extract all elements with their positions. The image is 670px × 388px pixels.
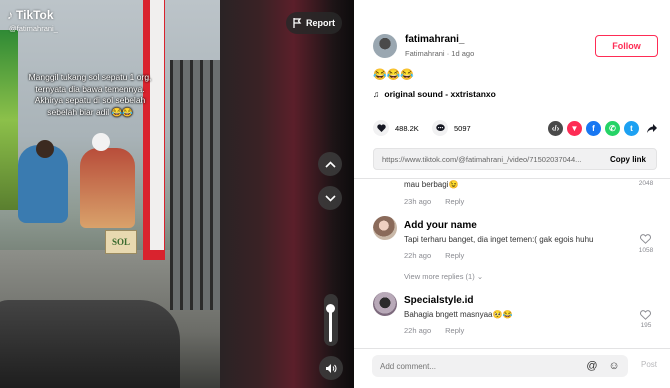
chevron-down-icon: [324, 194, 336, 202]
cobbler-2-head: [92, 133, 110, 151]
reply-button[interactable]: Reply: [445, 251, 464, 260]
twitter-share-button[interactable]: t: [624, 121, 639, 136]
flag-white: [150, 0, 164, 250]
next-video-button[interactable]: [318, 186, 342, 210]
share-link-box: https://www.tiktok.com/@fatimahrani_/vid…: [373, 148, 657, 170]
author-display-name: Fatimahrani: [405, 49, 445, 58]
volume-button[interactable]: [319, 356, 343, 380]
report-label: Report: [306, 18, 335, 28]
heart-icon: [373, 120, 389, 136]
comment-text: Bahagia bngett masnyaa🥺😂: [404, 310, 513, 319]
sound-title: original sound - xxtristanxo: [384, 89, 496, 99]
video-frame: SOL ♪ TikTok @fatimahrani_ Manggil tukan…: [0, 0, 220, 388]
video-caption: Manggil tukang sol sepatu 1 org, ternyat…: [28, 72, 152, 117]
tiktok-note-icon: ♪: [7, 8, 13, 22]
comment-time: 22h ago: [404, 326, 432, 335]
follow-button[interactable]: Follow: [595, 35, 658, 57]
report-button[interactable]: Report: [286, 12, 342, 34]
tiktok-logo-text: TikTok: [16, 8, 54, 22]
facebook-icon: f: [592, 124, 595, 133]
comment-meta: 23h ago Reply: [404, 197, 464, 206]
tiktok-logo: ♪ TikTok: [7, 8, 54, 22]
like-count: 488.2K: [395, 123, 419, 133]
like-button[interactable]: 488.2K: [373, 120, 419, 136]
speaker-icon: [326, 363, 337, 373]
post-description: 😂😂😂: [373, 69, 415, 81]
section-divider: [354, 178, 670, 179]
sound-link[interactable]: ♫ original sound - xxtristanxo: [373, 89, 496, 99]
comment-input-wrapper: @ ☺: [372, 355, 628, 377]
comment-text: Tapi terharu banget, dia inget temen:( g…: [404, 235, 594, 244]
comment-time: 22h ago: [404, 251, 432, 260]
comment-like-count: 2048: [638, 180, 654, 187]
comment-count: 5097: [454, 123, 471, 133]
comment-text: mau berbagi😉: [404, 180, 459, 189]
share-arrow-icon: [646, 124, 657, 133]
previous-video-button[interactable]: [318, 152, 342, 176]
comment-like-count: 195: [640, 322, 652, 329]
more-share-button[interactable]: [644, 121, 659, 136]
cobbler-1-head: [36, 140, 54, 158]
music-note-icon: ♫: [373, 89, 380, 99]
heart-outline-icon: [640, 310, 651, 320]
copy-link-button[interactable]: Copy link: [600, 155, 656, 164]
reply-button[interactable]: Reply: [445, 197, 464, 206]
watermark-handle: @fatimahrani_: [9, 24, 58, 33]
view-more-replies[interactable]: View more replies (1) ⌄: [404, 272, 483, 281]
flag-icon: [293, 18, 302, 28]
comment-time: 23h ago: [404, 197, 432, 206]
author-avatar[interactable]: [373, 34, 397, 58]
comment-button[interactable]: 5097: [432, 120, 471, 136]
plants: [0, 30, 18, 210]
twitter-icon: t: [630, 124, 633, 133]
reply-button[interactable]: Reply: [445, 326, 464, 335]
chevron-up-icon: [324, 160, 336, 168]
info-panel: [354, 0, 670, 388]
post-age: 1d ago: [451, 49, 475, 58]
share-url[interactable]: https://www.tiktok.com/@fatimahrani_/vid…: [374, 155, 600, 164]
cobbler-2: [80, 148, 135, 228]
view-more-replies-label: View more replies (1): [404, 272, 475, 281]
embed-icon: ‹/›: [551, 124, 560, 133]
author-subline: Fatimahrani · 1d ago: [405, 49, 474, 58]
commenter-avatar[interactable]: [373, 216, 397, 240]
send-icon: ▼: [570, 124, 579, 133]
mention-icon[interactable]: @: [584, 358, 600, 374]
commenter-avatar[interactable]: [373, 292, 397, 316]
fence: [170, 60, 220, 310]
post-button[interactable]: Post: [641, 360, 657, 369]
commenter-name[interactable]: Specialstyle.id: [404, 295, 473, 306]
whatsapp-icon: ✆: [609, 124, 616, 133]
emoji-icon[interactable]: ☺: [606, 358, 622, 374]
commenter-name[interactable]: Add your name: [404, 220, 477, 231]
comment-icon: [432, 120, 448, 136]
sol-box: SOL: [105, 230, 137, 254]
volume-knob[interactable]: [326, 304, 335, 313]
car: [0, 300, 180, 388]
whatsapp-share-button[interactable]: ✆: [605, 121, 620, 136]
video-player[interactable]: SOL ♪ TikTok @fatimahrani_ Manggil tukan…: [0, 0, 354, 388]
embed-share-button[interactable]: ‹/›: [548, 121, 563, 136]
chevron-down-icon: ⌄: [476, 272, 484, 281]
comment-like-count: 1058: [638, 247, 654, 254]
comment-input[interactable]: [372, 361, 584, 371]
comment-meta: 22h ago Reply: [404, 251, 464, 260]
heart-outline-icon: [640, 234, 651, 244]
facebook-share-button[interactable]: f: [586, 121, 601, 136]
send-share-button[interactable]: ▼: [567, 121, 582, 136]
author-username[interactable]: fatimahrani_: [405, 34, 464, 45]
comment-meta: 22h ago Reply: [404, 326, 464, 335]
